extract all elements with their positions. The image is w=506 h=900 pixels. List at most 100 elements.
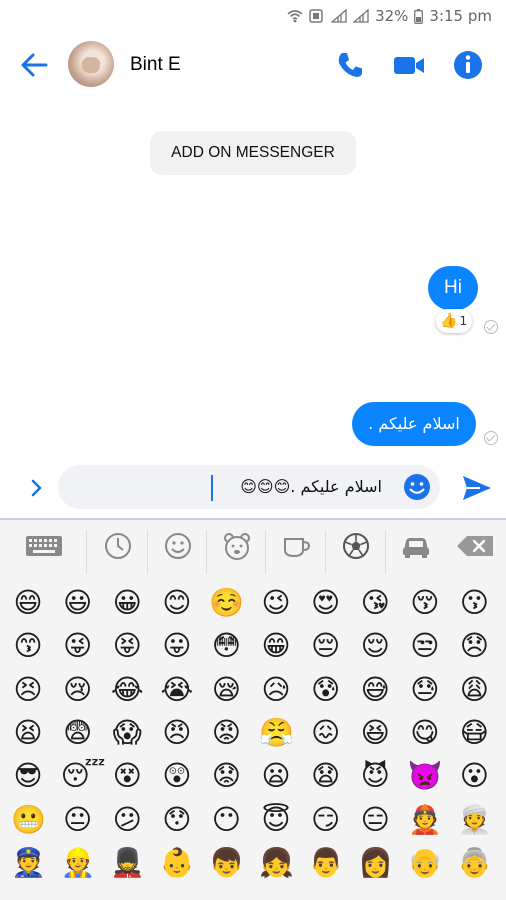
emoji-key[interactable]: 😪 <box>209 673 243 707</box>
emoji-key[interactable]: 😴 <box>61 759 106 793</box>
contact-name[interactable]: Bint E <box>130 54 181 76</box>
emoji-key[interactable]: 😅 <box>358 673 392 707</box>
tab-smileys[interactable] <box>148 526 207 576</box>
emoji-key[interactable]: 😭 <box>160 673 194 707</box>
backspace-icon <box>456 536 493 556</box>
video-call-button[interactable] <box>392 48 426 82</box>
emoji-key[interactable]: 😡 <box>209 716 243 750</box>
emoji-key[interactable]: 👦 <box>209 846 244 880</box>
emoji-key[interactable]: 👳 <box>457 803 492 837</box>
emoji-key[interactable]: 😈 <box>358 759 392 793</box>
emoji-key[interactable]: 😫 <box>11 716 45 750</box>
emoji-key[interactable]: 💂 <box>110 846 145 880</box>
message-bubble[interactable]: اسلام علیکم . <box>352 402 476 446</box>
emoji-key[interactable]: 😎 <box>11 759 45 793</box>
emoji-key[interactable]: 😷 <box>457 716 491 750</box>
message-input[interactable]: اسلام علیکم .😊😊😊 <box>58 465 440 509</box>
add-on-messenger-button[interactable]: ADD ON MESSENGER <box>150 131 356 175</box>
smiley-icon <box>404 474 430 500</box>
emoji-key[interactable]: ☺️ <box>209 586 244 620</box>
emoji-key[interactable]: 😝 <box>110 629 144 663</box>
emoji-key[interactable]: 😀 <box>110 586 144 620</box>
emoji-key[interactable]: 😱 <box>110 716 144 750</box>
emoji-key[interactable]: 😳 <box>209 629 243 663</box>
message-bubble[interactable]: Hi <box>428 266 478 310</box>
tab-food[interactable] <box>266 526 325 576</box>
emoji-key[interactable]: 😒 <box>408 629 442 663</box>
emoji-key[interactable]: 😔 <box>309 629 343 663</box>
emoji-key[interactable]: 😧 <box>309 759 343 793</box>
emoji-key[interactable]: 😠 <box>160 716 194 750</box>
voice-call-button[interactable] <box>333 48 367 82</box>
emoji-key[interactable]: 😃 <box>61 586 95 620</box>
emoji-key[interactable]: 😚 <box>408 586 442 620</box>
emoji-button[interactable] <box>402 472 432 502</box>
emoji-key[interactable]: 😩 <box>457 673 491 707</box>
emoji-key[interactable]: 👲 <box>408 803 443 837</box>
emoji-key[interactable]: 😛 <box>160 629 194 663</box>
emoji-key[interactable]: 👧 <box>259 846 294 880</box>
emoji-key[interactable]: 😘 <box>358 586 392 620</box>
emoji-key[interactable]: 😖 <box>309 716 343 750</box>
emoji-key[interactable]: 😏 <box>309 803 343 837</box>
tab-keyboard[interactable] <box>14 526 73 576</box>
send-icon <box>463 476 491 500</box>
phone-icon <box>338 53 362 77</box>
tab-travel[interactable] <box>386 526 445 576</box>
emoji-key[interactable]: 😇 <box>259 803 293 837</box>
emoji-key[interactable]: 😉 <box>259 586 293 620</box>
emoji-key[interactable]: 😬 <box>11 803 46 837</box>
emoji-key[interactable]: 😕 <box>110 803 144 837</box>
avatar[interactable] <box>68 41 114 87</box>
emoji-key[interactable]: 👨 <box>309 846 344 880</box>
back-button[interactable] <box>18 48 52 82</box>
emoji-key[interactable]: 😂 <box>110 673 144 707</box>
send-button[interactable] <box>460 472 494 504</box>
emoji-key[interactable]: 😁 <box>259 629 293 663</box>
tab-activities[interactable] <box>326 526 385 576</box>
emoji-key[interactable]: 😯 <box>160 803 194 837</box>
emoji-key[interactable]: 😶 <box>209 803 243 837</box>
emoji-key[interactable]: 😌 <box>358 629 392 663</box>
tab-recent[interactable] <box>88 526 147 576</box>
emoji-key[interactable]: 😢 <box>61 673 95 707</box>
emoji-key[interactable]: 😣 <box>11 673 45 707</box>
emoji-key[interactable]: 👮 <box>11 846 46 880</box>
info-button[interactable] <box>451 48 485 82</box>
emoji-key[interactable]: 😐 <box>61 803 95 837</box>
emoji-key[interactable]: 👴 <box>408 846 443 880</box>
emoji-key[interactable]: 👷 <box>61 846 96 880</box>
reaction-badge[interactable]: 👍 1 <box>436 309 472 333</box>
expand-actions-button[interactable] <box>24 474 50 502</box>
emoji-key[interactable]: 😍 <box>309 586 343 620</box>
emoji-key[interactable]: 😞 <box>457 629 491 663</box>
thumbs-up-icon: 👍 <box>440 313 458 329</box>
emoji-key[interactable]: 👩 <box>358 846 393 880</box>
emoji-key[interactable]: 👵 <box>457 846 492 880</box>
emoji-key[interactable]: 😆 <box>358 716 392 750</box>
tab-animals[interactable] <box>207 526 266 576</box>
emoji-key[interactable]: 😦 <box>259 759 293 793</box>
emoji-key[interactable]: 😵 <box>110 759 144 793</box>
backspace-key[interactable] <box>446 526 505 576</box>
emoji-key[interactable]: 👿 <box>408 759 443 793</box>
emoji-key[interactable]: 😤 <box>259 716 294 750</box>
emoji-key[interactable]: 😥 <box>259 673 293 707</box>
emoji-key[interactable]: 😰 <box>309 673 343 707</box>
status-bar: 32% 3:15 pm <box>0 0 506 34</box>
emoji-key[interactable]: 😨 <box>61 716 95 750</box>
emoji-key[interactable]: 😟 <box>209 759 243 793</box>
emoji-key[interactable]: 😑 <box>358 803 392 837</box>
emoji-key[interactable]: 😋 <box>408 716 442 750</box>
emoji-key[interactable]: 😙 <box>11 629 45 663</box>
emoji-key[interactable]: 👶 <box>160 846 195 880</box>
emoji-key[interactable]: 😲 <box>160 759 194 793</box>
emoji-key[interactable]: 😮 <box>457 759 491 793</box>
emoji-key[interactable]: 😓 <box>408 673 442 707</box>
car-icon <box>402 538 429 558</box>
text-cursor <box>211 475 213 501</box>
emoji-key[interactable]: 😄 <box>11 586 45 620</box>
emoji-key[interactable]: 😗 <box>457 586 491 620</box>
emoji-key[interactable]: 😜 <box>61 629 95 663</box>
emoji-key[interactable]: 😊 <box>160 586 194 620</box>
